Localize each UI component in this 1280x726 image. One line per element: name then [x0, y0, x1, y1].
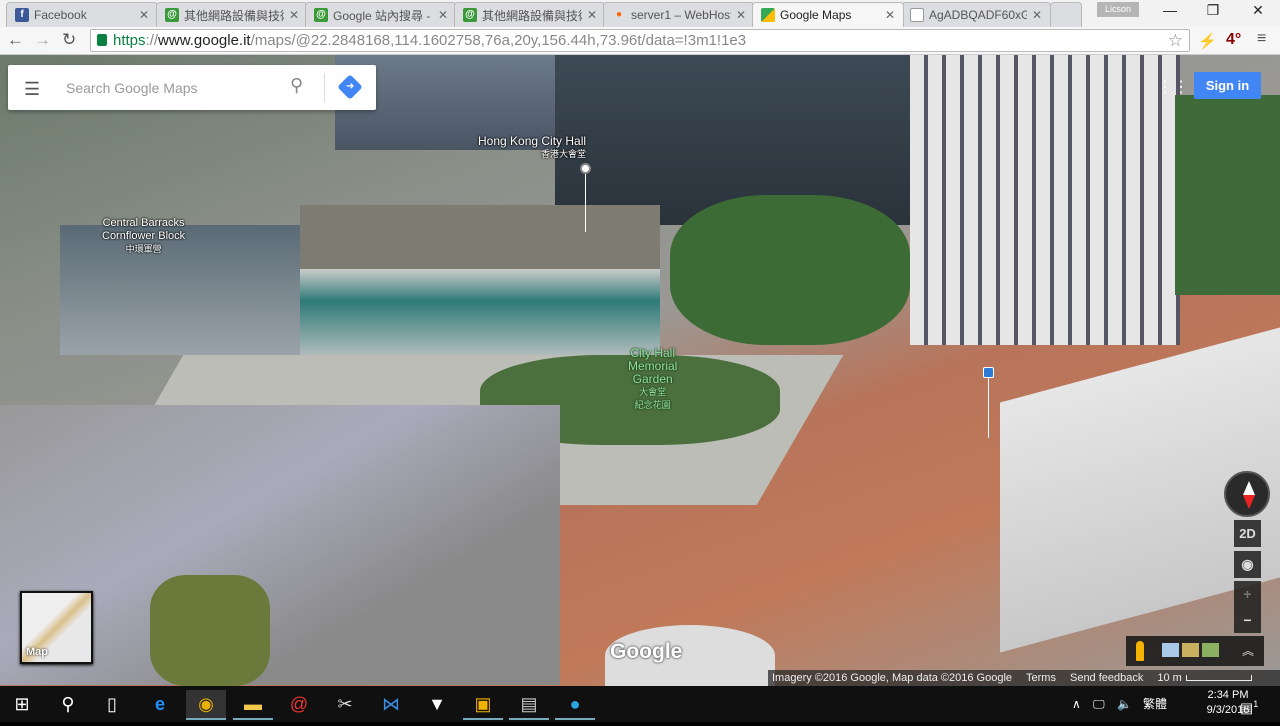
- search-icon[interactable]: ⚲: [290, 75, 303, 96]
- forward-icon[interactable]: →: [34, 30, 51, 50]
- forum-icon: @: [463, 8, 477, 22]
- toolbar: ← → ↻ https://www.google.it/maps/@22.284…: [0, 27, 1280, 55]
- attribution-bar: Imagery ©2016 Google, Map data ©2016 Goo…: [768, 670, 1280, 686]
- close-window-button[interactable]: ✕: [1238, 2, 1278, 22]
- telegram-icon[interactable]: ●: [555, 690, 595, 720]
- terms-link[interactable]: Terms: [1026, 670, 1056, 686]
- compass-icon[interactable]: [1224, 471, 1270, 517]
- tab-webhost[interactable]: ● server1 – WebHost ✕: [603, 2, 755, 27]
- close-tab-icon[interactable]: ✕: [736, 8, 746, 22]
- close-tab-icon[interactable]: ✕: [438, 8, 448, 22]
- sign-in-button[interactable]: Sign in: [1194, 72, 1261, 99]
- taskbar: ⊞ ⚲ ▯ e ◉ ▬ @ ✂ ⋈ ▼ ▣ ▤ ● ∧ 🖵 🔈 繁體 2:34 …: [0, 686, 1280, 722]
- foxmail-icon[interactable]: ▼: [417, 690, 457, 720]
- thumbnail-green[interactable]: [1202, 643, 1219, 657]
- google-maps-icon: [761, 8, 775, 22]
- landmark-pin-icon[interactable]: [580, 163, 591, 174]
- map-type-toggle[interactable]: Map: [20, 591, 93, 664]
- tab-facebook[interactable]: f Facebook ✕: [6, 2, 158, 27]
- edge-icon[interactable]: e: [140, 690, 180, 720]
- google-logo: Google: [610, 640, 683, 663]
- place-label-memorial-garden[interactable]: City Hall Memorial Garden 大會堂 紀念花園: [628, 347, 677, 412]
- tab-document[interactable]: AgADBQADF60xG2 ✕: [901, 2, 1051, 27]
- new-tab-button[interactable]: [1050, 2, 1082, 27]
- tab-google-maps[interactable]: Google Maps ✕: [752, 2, 904, 27]
- search-input[interactable]: [66, 77, 286, 99]
- menu-icon[interactable]: ☰: [24, 79, 40, 100]
- minimize-button[interactable]: —: [1150, 2, 1190, 22]
- file-explorer-icon[interactable]: ▬: [233, 690, 273, 720]
- bookmark-star-icon[interactable]: ☆: [1168, 30, 1183, 51]
- notifications-icon[interactable]: ▤1: [1240, 686, 1258, 722]
- grass: [150, 575, 270, 686]
- vscode-icon[interactable]: ⋈: [371, 690, 411, 720]
- tab-google-search[interactable]: @ Google 站內搜尋 - ✕: [305, 2, 457, 27]
- restore-button[interactable]: ❐: [1193, 2, 1233, 22]
- pin-line: [585, 174, 586, 232]
- ime-indicator[interactable]: 繁體: [1143, 686, 1167, 722]
- building: [300, 205, 660, 365]
- thumbnail-field[interactable]: [1182, 643, 1199, 657]
- chrome-icon[interactable]: ◉: [186, 690, 226, 720]
- pegman-icon[interactable]: [1136, 641, 1144, 661]
- tab-forum-1[interactable]: @ 其他網路設備與技術 ✕: [156, 2, 308, 27]
- search-box: ☰ ⚲ ➜: [8, 65, 376, 110]
- profile-button[interactable]: Licson: [1097, 2, 1139, 17]
- trees: [1175, 95, 1280, 295]
- task-view-icon[interactable]: ▯: [92, 690, 132, 720]
- scale-bar[interactable]: 10 m: [1157, 670, 1252, 686]
- zoom-out-button[interactable]: −: [1234, 607, 1261, 633]
- document-icon: [910, 8, 924, 22]
- extension-bolt-icon[interactable]: ⚡: [1198, 32, 1217, 50]
- back-icon[interactable]: ←: [7, 30, 24, 50]
- bus-stop-icon[interactable]: [983, 367, 994, 378]
- snipping-tool-icon[interactable]: ✂: [325, 690, 365, 720]
- lock-icon: [97, 34, 107, 46]
- extension-weather-icon[interactable]: 4°: [1226, 31, 1241, 49]
- zoom-in-button[interactable]: +: [1234, 581, 1261, 607]
- toggle-2d-button[interactable]: 2D: [1234, 520, 1261, 547]
- address-bar[interactable]: https://www.google.it/maps/@22.2848168,1…: [90, 29, 1190, 52]
- expand-icon[interactable]: ︽: [1242, 642, 1254, 659]
- volume-icon[interactable]: 🔈: [1117, 686, 1132, 722]
- close-tab-icon[interactable]: ✕: [289, 8, 299, 22]
- task-manager-icon[interactable]: ▤: [509, 690, 549, 720]
- close-tab-icon[interactable]: ✕: [885, 8, 895, 22]
- building: [910, 55, 1180, 345]
- tray-overflow-icon[interactable]: ∧: [1072, 686, 1081, 722]
- swirl-app-icon[interactable]: @: [279, 690, 319, 720]
- forum-icon: @: [314, 8, 328, 22]
- pin-line: [988, 378, 989, 438]
- thumbnail-sky[interactable]: [1162, 643, 1179, 657]
- map-canvas[interactable]: Hong Kong City Hall 香港大會堂 Central Barrack…: [0, 55, 1280, 686]
- network-icon[interactable]: 🖵: [1093, 686, 1105, 722]
- reload-icon[interactable]: ↻: [62, 30, 76, 50]
- chrome-menu-icon[interactable]: ≡: [1257, 30, 1266, 48]
- tab-strip: f Facebook ✕ @ 其他網路設備與技術 ✕ @ Google 站內搜尋 - ✕ @…: [0, 0, 1280, 27]
- my-location-icon[interactable]: ◉: [1234, 551, 1261, 578]
- place-label-city-hall[interactable]: Hong Kong City Hall 香港大會堂: [478, 135, 586, 161]
- app-window-icon[interactable]: ▣: [463, 690, 503, 720]
- trees: [670, 195, 910, 345]
- webhost-icon: ●: [615, 9, 623, 20]
- send-feedback-link[interactable]: Send feedback: [1070, 670, 1143, 686]
- imagery-bar: ︽: [1126, 636, 1264, 666]
- divider: [324, 73, 325, 102]
- start-windows-icon[interactable]: ⊞: [2, 690, 42, 720]
- directions-icon[interactable]: ➜: [337, 74, 363, 100]
- close-tab-icon[interactable]: ✕: [139, 8, 149, 22]
- search-icon[interactable]: ⚲: [48, 690, 88, 720]
- close-tab-icon[interactable]: ✕: [1032, 8, 1042, 22]
- close-tab-icon[interactable]: ✕: [587, 8, 597, 22]
- place-label-central-barracks[interactable]: Central Barracks Cornflower Block 中環軍營: [102, 217, 185, 256]
- tab-forum-2[interactable]: @ 其他網路設備與技術 ✕: [454, 2, 606, 27]
- facebook-icon: f: [15, 8, 29, 22]
- forum-icon: @: [165, 8, 179, 22]
